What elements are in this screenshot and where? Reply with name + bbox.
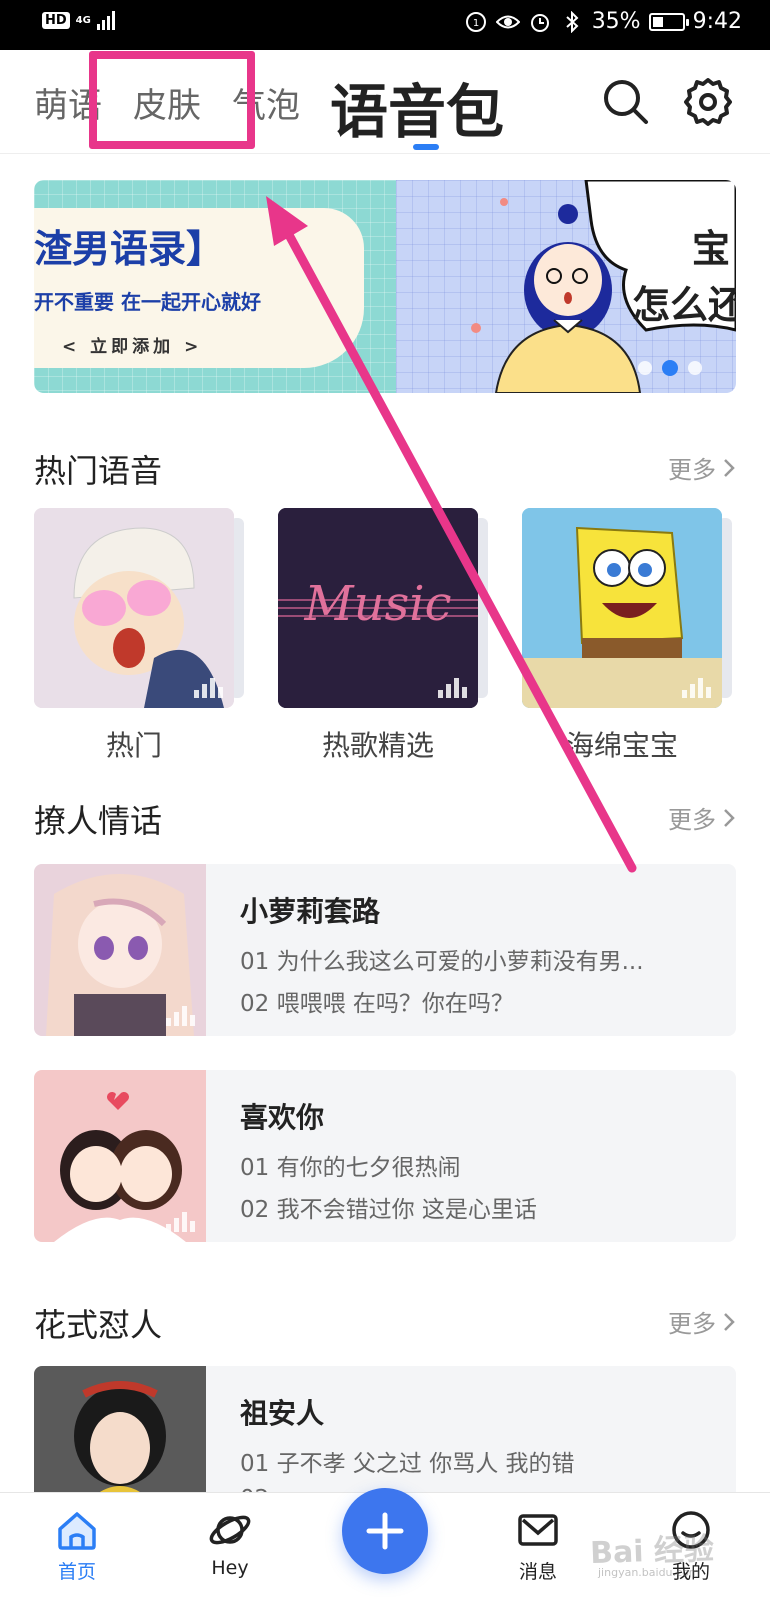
- svg-text:1: 1: [473, 18, 479, 29]
- plus-icon: [366, 1512, 404, 1550]
- tab-voice-pack[interactable]: 语音包: [330, 65, 504, 149]
- bottom-nav-home[interactable]: 首页: [27, 1507, 127, 1584]
- hot-more-link[interactable]: 更多: [668, 450, 736, 485]
- chevron-right-icon: [724, 808, 735, 827]
- list-card-title: 喜欢你: [240, 1101, 325, 1134]
- list-card-line-2: 02 喂喂喂 在吗？你在吗？: [240, 991, 514, 1017]
- list-card-title: 祖安人: [240, 1397, 325, 1430]
- list-card-like-you[interactable]: 喜欢你 01 有你的七夕很热闹 02 我不会错过你 这是心里话: [34, 1070, 736, 1242]
- audio-bars-icon: [682, 676, 712, 698]
- planet-icon: [209, 1515, 251, 1545]
- watermark-sub: jingyan.baidu.com: [598, 1566, 700, 1579]
- audio-bars-icon: [166, 1004, 196, 1026]
- banner-subtitle: 开不重要 在一起开心就好: [34, 290, 261, 314]
- banner-pagination: [638, 360, 702, 376]
- status-left: HD 4G: [42, 10, 115, 30]
- hot-thumb-wrap: Music: [278, 508, 494, 708]
- list-card-line-1: 01 有你的七夕很热闹: [240, 1155, 461, 1181]
- hot-section-header: 热门语音 更多: [34, 446, 736, 490]
- audio-bars-icon: [194, 676, 224, 698]
- annotation-highlight-box: [89, 51, 255, 149]
- more-label: 更多: [668, 1310, 716, 1338]
- bottom-nav-label: 首页: [57, 1561, 96, 1583]
- hot-card-label: 热门: [105, 729, 162, 762]
- list-card-loli[interactable]: 小萝莉套路 01 为什么我这么可爱的小萝莉没有男... 02 喂喂喂 在吗？你在…: [34, 864, 736, 1036]
- audio-bars-icon: [438, 676, 468, 698]
- bottom-nav-messages[interactable]: 消息: [488, 1507, 588, 1584]
- more-label: 更多: [668, 456, 716, 484]
- hd-badge: HD: [42, 11, 70, 29]
- hot-card-spongebob[interactable]: 海绵宝宝: [522, 508, 732, 766]
- mail-icon: [518, 1514, 558, 1546]
- list-thumb-loli: [34, 864, 206, 1036]
- roast-more-link[interactable]: 更多: [668, 1304, 736, 1339]
- add-button[interactable]: [342, 1488, 428, 1574]
- promo-banner[interactable]: 渣男语录】 开不重要 在一起开心就好 < 立即添加 > 宝 怎么还: [34, 180, 736, 393]
- bottom-nav-label: 消息: [518, 1561, 557, 1583]
- hot-section-title: 热门语音: [34, 452, 163, 490]
- chevron-right-icon: [724, 1312, 735, 1331]
- active-tab-indicator: [413, 144, 439, 150]
- battery-fill: [652, 16, 663, 27]
- banner-dot[interactable]: [688, 361, 702, 375]
- network-type: 4G: [75, 14, 91, 26]
- watermark: Bai 经验: [589, 1531, 715, 1572]
- clock: 9:42: [692, 9, 742, 34]
- roast-section-title: 花式怼人: [34, 1306, 163, 1344]
- battery-percent: 35%: [591, 9, 641, 34]
- roast-section-header: 花式怼人 更多: [34, 1300, 736, 1344]
- battery-icon: [648, 12, 689, 31]
- banner-side-text-2: 怎么还: [632, 283, 736, 327]
- hot-card-label: 海绵宝宝: [565, 729, 678, 762]
- banner-dot[interactable]: [638, 361, 652, 375]
- list-card-line-1: 01 为什么我这么可爱的小萝莉没有男...: [240, 949, 644, 975]
- hot-card-music[interactable]: Music 热歌精选: [278, 508, 488, 766]
- music-thumb-text: Music: [304, 576, 452, 632]
- status-bar: HD 4G 1 35% 9:42: [0, 0, 770, 50]
- audio-bars-icon: [166, 1210, 196, 1232]
- flirt-section-title: 撩人情话: [34, 802, 163, 840]
- search-icon[interactable]: [598, 74, 654, 130]
- banner-side-text-1: 宝: [692, 227, 731, 271]
- data-saver-icon: 1: [464, 10, 488, 34]
- signal-icon: [96, 10, 115, 30]
- list-card-title: 小萝莉套路: [240, 895, 381, 928]
- more-label: 更多: [668, 806, 716, 834]
- list-card-line-1: 01 子不孝 父之过 你骂人 我的错: [240, 1451, 575, 1477]
- hot-thumb-wrap: [522, 508, 738, 708]
- banner-dot-active[interactable]: [662, 360, 678, 376]
- banner-cta[interactable]: < 立即添加 >: [62, 332, 202, 357]
- list-thumb-like-you: [34, 1070, 206, 1242]
- gear-icon[interactable]: [680, 74, 736, 130]
- bottom-nav-label: Hey: [211, 1557, 249, 1579]
- alarm-icon: [528, 10, 552, 34]
- status-right: 1 35% 9:42: [464, 9, 742, 34]
- banner-title: 渣男语录】: [34, 227, 225, 271]
- bottom-nav-hey[interactable]: Hey: [180, 1507, 280, 1579]
- flirt-more-link[interactable]: 更多: [668, 800, 736, 835]
- hot-thumb-wrap: [34, 508, 250, 708]
- list-card-line-2: 02 我不会错过你 这是心里话: [240, 1197, 537, 1223]
- chevron-right-icon: [724, 458, 735, 477]
- home-icon: [58, 1512, 96, 1550]
- hot-card-hot[interactable]: 热门: [34, 508, 244, 766]
- bluetooth-icon: [560, 10, 584, 34]
- flirt-section-header: 撩人情话 更多: [34, 796, 736, 840]
- hot-card-label: 热歌精选: [321, 729, 434, 762]
- eye-icon: [495, 10, 520, 34]
- banner-left-panel: 渣男语录】 开不重要 在一起开心就好 < 立即添加 >: [34, 180, 396, 393]
